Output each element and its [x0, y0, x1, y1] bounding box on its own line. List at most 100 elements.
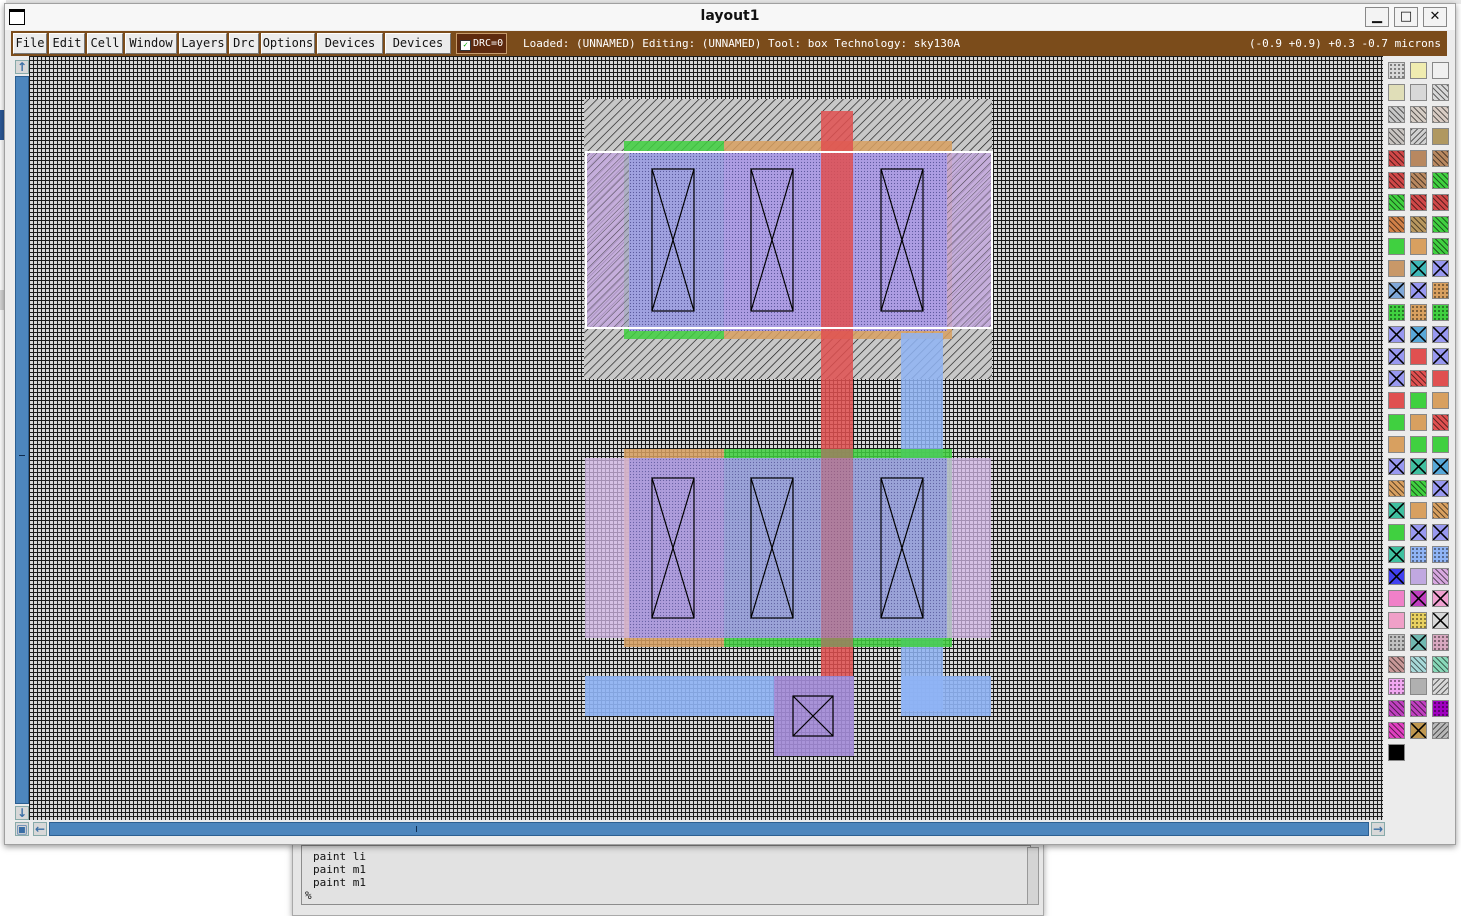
layer-swatch[interactable]: [1432, 678, 1449, 695]
layer-swatch[interactable]: [1388, 546, 1405, 563]
vertical-scrollbar[interactable]: ↑ ↓: [15, 60, 29, 822]
layer-swatch[interactable]: [1410, 326, 1427, 343]
layer-swatch[interactable]: [1432, 84, 1449, 101]
layer-swatch[interactable]: [1432, 458, 1449, 475]
layer-swatch[interactable]: [1388, 62, 1405, 79]
layer-swatch[interactable]: [1410, 128, 1427, 145]
scroll-down-arrow-icon[interactable]: ↓: [15, 806, 29, 820]
menu-devices-2[interactable]: Devices 2: [385, 33, 451, 69]
layer-swatch[interactable]: [1432, 546, 1449, 563]
layer-swatch[interactable]: [1432, 150, 1449, 167]
layer-swatch[interactable]: [1388, 502, 1405, 519]
layer-swatch[interactable]: [1410, 722, 1427, 739]
layer-swatch[interactable]: [1410, 414, 1427, 431]
layer-swatch[interactable]: [1432, 634, 1449, 651]
layer-swatch[interactable]: [1410, 282, 1427, 299]
layer-swatch[interactable]: [1432, 326, 1449, 343]
layer-swatch[interactable]: [1388, 216, 1405, 233]
layer-swatch[interactable]: [1388, 524, 1405, 541]
layer-swatch[interactable]: [1432, 128, 1449, 145]
layer-swatch[interactable]: [1388, 370, 1405, 387]
layer-swatch[interactable]: [1388, 436, 1405, 453]
layer-swatch[interactable]: [1388, 612, 1405, 629]
layer-swatch[interactable]: [1388, 348, 1405, 365]
layer-swatch[interactable]: [1388, 568, 1405, 585]
layer-swatch[interactable]: [1432, 722, 1449, 739]
menu-window[interactable]: Window: [125, 33, 177, 54]
layer-swatch[interactable]: [1388, 656, 1405, 673]
vertical-scroll-track[interactable]: [15, 76, 29, 804]
layer-swatch[interactable]: [1410, 216, 1427, 233]
layer-swatch[interactable]: [1410, 656, 1427, 673]
layer-swatch[interactable]: [1432, 282, 1449, 299]
layer-swatch[interactable]: [1388, 260, 1405, 277]
layer-swatch[interactable]: [1410, 194, 1427, 211]
layer-swatch[interactable]: [1432, 590, 1449, 607]
layer-swatch[interactable]: [1432, 656, 1449, 673]
layer-swatch[interactable]: [1432, 700, 1449, 717]
layer-swatch[interactable]: [1410, 260, 1427, 277]
layer-swatch[interactable]: [1432, 238, 1449, 255]
layer-swatch[interactable]: [1388, 744, 1405, 761]
layer-swatch[interactable]: [1432, 348, 1449, 365]
layer-swatch[interactable]: [1388, 590, 1405, 607]
layer-swatch[interactable]: [1388, 106, 1405, 123]
minimize-button[interactable]: ▁: [1365, 7, 1389, 27]
layer-swatch[interactable]: [1432, 304, 1449, 321]
layer-swatch[interactable]: [1432, 370, 1449, 387]
layer-swatch[interactable]: [1432, 524, 1449, 541]
vertical-scroll-thumb-mark[interactable]: [19, 455, 25, 456]
layer-swatch[interactable]: [1432, 612, 1449, 629]
layer-swatch[interactable]: [1388, 414, 1405, 431]
console-window[interactable]: paint li paint m1 paint m1 %: [292, 842, 1044, 916]
scroll-right-arrow-icon[interactable]: →: [1371, 822, 1385, 836]
layer-swatch[interactable]: [1432, 172, 1449, 189]
layer-swatch[interactable]: [1410, 458, 1427, 475]
menu-layers[interactable]: Layers: [179, 33, 227, 54]
menu-drc[interactable]: Drc: [229, 33, 259, 54]
layer-swatch[interactable]: [1388, 304, 1405, 321]
layer-swatch[interactable]: [1410, 634, 1427, 651]
layer-swatch[interactable]: [1432, 568, 1449, 585]
layer-swatch[interactable]: [1410, 612, 1427, 629]
scroll-left-arrow-icon[interactable]: ←: [33, 822, 47, 836]
maximize-button[interactable]: □: [1394, 7, 1418, 27]
console-text-area[interactable]: paint li paint m1 paint m1 %: [301, 845, 1031, 905]
horizontal-scrollbar[interactable]: ▣ ← →: [15, 822, 1385, 836]
layer-swatch[interactable]: [1410, 524, 1427, 541]
layer-swatch[interactable]: [1388, 282, 1405, 299]
drc-checkbox-icon[interactable]: ✓: [460, 40, 471, 51]
layer-swatch[interactable]: [1388, 722, 1405, 739]
layer-swatch[interactable]: [1410, 370, 1427, 387]
layer-swatch[interactable]: [1388, 458, 1405, 475]
layer-swatch[interactable]: [1432, 194, 1449, 211]
layer-swatch[interactable]: [1432, 106, 1449, 123]
layer-swatch[interactable]: [1410, 678, 1427, 695]
menu-devices-1[interactable]: Devices 1: [317, 33, 383, 69]
layer-swatch[interactable]: [1432, 62, 1449, 79]
layer-swatch[interactable]: [1432, 502, 1449, 519]
layer-swatch[interactable]: [1410, 62, 1427, 79]
layer-swatch[interactable]: [1410, 238, 1427, 255]
layer-swatch[interactable]: [1410, 84, 1427, 101]
layer-swatch[interactable]: [1410, 700, 1427, 717]
horizontal-scroll-track[interactable]: [49, 822, 1369, 836]
menu-options[interactable]: Options: [261, 33, 315, 54]
layer-swatch[interactable]: [1410, 436, 1427, 453]
menu-edit[interactable]: Edit: [49, 33, 85, 54]
layer-swatch[interactable]: [1410, 590, 1427, 607]
layer-swatch[interactable]: [1432, 414, 1449, 431]
close-button[interactable]: ✕: [1423, 7, 1447, 27]
scroll-up-arrow-icon[interactable]: ↑: [15, 60, 29, 74]
console-scrollbar[interactable]: [1027, 847, 1039, 905]
layer-swatch[interactable]: [1388, 678, 1405, 695]
layer-swatch[interactable]: [1410, 480, 1427, 497]
layer-swatch[interactable]: [1410, 304, 1427, 321]
layer-swatch[interactable]: [1388, 84, 1405, 101]
layer-swatch[interactable]: [1410, 392, 1427, 409]
layer-swatch[interactable]: [1410, 172, 1427, 189]
layer-swatch[interactable]: [1388, 194, 1405, 211]
layer-swatch[interactable]: [1432, 216, 1449, 233]
layer-swatch[interactable]: [1388, 326, 1405, 343]
layer-swatch[interactable]: [1388, 392, 1405, 409]
